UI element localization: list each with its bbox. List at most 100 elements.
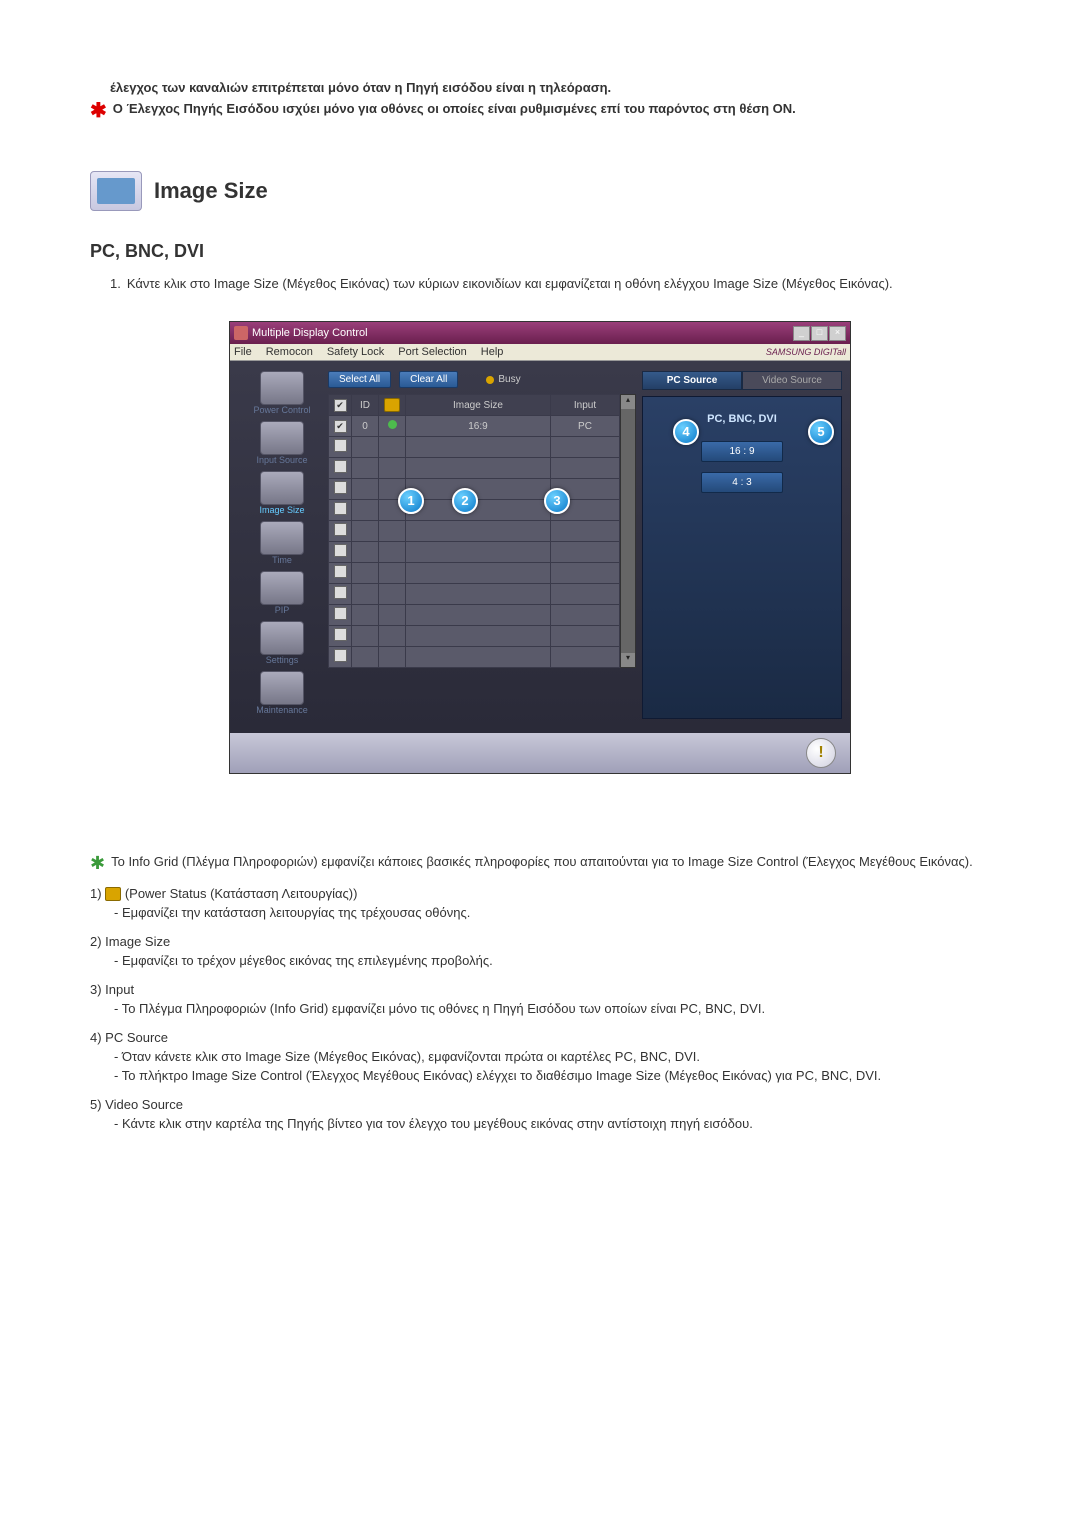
row-checkbox[interactable] [334,565,347,578]
sidebar-label: PIP [275,605,290,615]
ratio-4-3-button[interactable]: 4 : 3 [701,472,783,493]
star-icon: ✱ [90,101,107,121]
cell-id: 0 [352,416,379,437]
app-icon [234,326,248,340]
menu-help[interactable]: Help [481,346,504,358]
note-head: 2) Image Size [90,934,990,949]
tab-pc-source[interactable]: PC Source [642,371,742,390]
power-on-icon [388,420,397,429]
clear-all-button[interactable]: Clear All [399,371,458,388]
intro-line: έλεγχος των καναλιών επιτρέπεται μόνο ότ… [90,80,990,95]
sidebar: Power Control Input Source Image Size Ti… [236,371,328,719]
sidebar-item-image-size[interactable]: Image Size [259,471,304,515]
note-head: 3) Input [90,982,990,997]
sidebar-item-maintenance[interactable]: Maintenance [256,671,308,715]
select-all-button[interactable]: Select All [328,371,391,388]
row-checkbox[interactable] [334,420,347,433]
note-number: 1) [90,886,102,901]
close-button[interactable]: × [829,326,846,341]
power-control-icon [260,371,304,405]
callout-1: 1 [398,488,424,514]
busy-label: Busy [498,374,520,385]
menubar: File Remocon Safety Lock Port Selection … [230,344,850,361]
row-checkbox[interactable] [334,544,347,557]
note-head: 4) PC Source [90,1030,990,1045]
cell-image-size: 16:9 [406,416,551,437]
col-checkbox[interactable] [329,395,352,416]
scrollbar[interactable]: ▴ ▾ [620,394,636,668]
brand-label: SAMSUNG DIGITall [766,347,846,357]
maximize-button[interactable]: □ [811,326,828,341]
row-checkbox[interactable] [334,502,347,515]
col-image-size: Image Size [406,395,551,416]
note-head: 5) Video Source [90,1097,990,1112]
col-power [379,395,406,416]
sidebar-item-pip[interactable]: PIP [260,571,304,615]
info-grid: ID Image Size Input 0 16:9 PC [328,394,620,668]
row-checkbox[interactable] [334,439,347,452]
note-1: 1) (Power Status (Κατάσταση Λειτουργίας)… [90,886,990,921]
row-checkbox[interactable] [334,628,347,641]
col-id: ID [352,395,379,416]
header-checkbox[interactable] [334,399,347,412]
callout-2: 2 [452,488,478,514]
step-desc: Κάντε κλικ στο Image Size (Μέγεθος Εικόν… [127,276,893,291]
scroll-down-icon[interactable]: ▾ [621,653,635,667]
menu-safety-lock[interactable]: Safety Lock [327,346,384,358]
busy-indicator: Busy [486,374,520,385]
sidebar-item-time[interactable]: Time [260,521,304,565]
star-icon: ✱ [90,854,105,874]
pip-icon [260,571,304,605]
settings-icon [260,621,304,655]
tab-video-source[interactable]: Video Source [742,371,842,390]
minimize-button[interactable]: _ [793,326,810,341]
titlebar: Multiple Display Control _ □ × [230,322,850,344]
note-sub: - Εμφανίζει το τρέχον μέγεθος εικόνας τη… [90,953,990,968]
note-sub: - Το πλήκτρο Image Size Control (Έλεγχος… [90,1068,990,1083]
note-sub: - Κάντε κλικ στην καρτέλα της Πηγής βίντ… [90,1116,990,1131]
row-checkbox[interactable] [334,460,347,473]
input-source-icon [260,421,304,455]
ratio-16-9-button[interactable]: 16 : 9 [701,441,783,462]
step-text: 1. Κάντε κλικ στο Image Size (Μέγεθος Εικ… [90,276,990,291]
note-intro: ✱ Το Info Grid (Πλέγμα Πληροφοριών) εμφα… [90,854,990,874]
sidebar-item-input-source[interactable]: Input Source [256,421,307,465]
callout-4: 4 [673,419,699,445]
note-label: (Power Status (Κατάσταση Λειτουργίας)) [125,886,358,901]
image-size-nav-icon [260,471,304,505]
sidebar-label: Settings [266,655,299,665]
sidebar-label: Power Control [253,405,310,415]
sidebar-label: Time [272,555,292,565]
scroll-up-icon[interactable]: ▴ [621,395,635,409]
row-checkbox[interactable] [334,607,347,620]
window-title: Multiple Display Control [252,327,368,339]
power-status-icon [105,887,121,901]
row-checkbox[interactable] [334,649,347,662]
note-3: 3) Input - Το Πλέγμα Πληροφοριών (Info G… [90,982,990,1016]
sidebar-item-settings[interactable]: Settings [260,621,304,665]
menu-remocon[interactable]: Remocon [266,346,313,358]
menu-port-selection[interactable]: Port Selection [398,346,466,358]
note-sub: - Το Πλέγμα Πληροφοριών (Info Grid) εμφα… [90,1001,990,1016]
row-checkbox[interactable] [334,523,347,536]
table-row[interactable]: 0 16:9 PC [329,416,620,437]
sidebar-label: Maintenance [256,705,308,715]
app-window: Multiple Display Control _ □ × File Remo… [229,321,851,774]
busy-dot-icon [486,376,494,384]
cell-input: PC [550,416,619,437]
note-2: 2) Image Size - Εμφανίζει το τρέχον μέγε… [90,934,990,968]
row-checkbox[interactable] [334,586,347,599]
menu-file[interactable]: File [234,346,252,358]
panel-title: PC, BNC, DVI [707,413,777,425]
callout-3: 3 [544,488,570,514]
sidebar-label: Image Size [259,505,304,515]
time-icon [260,521,304,555]
note-intro-text: Το Info Grid (Πλέγμα Πληροφοριών) εμφανί… [111,854,973,869]
note-sub: - Όταν κάνετε κλικ στο Image Size (Μέγεθ… [90,1049,990,1064]
sidebar-item-power[interactable]: Power Control [253,371,310,415]
note-sub: - Εμφανίζει την κατάσταση λειτουργίας τη… [90,905,990,920]
source-panel: PC, BNC, DVI 16 : 9 4 : 3 [642,396,842,719]
callout-5: 5 [808,419,834,445]
step-number: 1. [110,276,121,291]
row-checkbox[interactable] [334,481,347,494]
